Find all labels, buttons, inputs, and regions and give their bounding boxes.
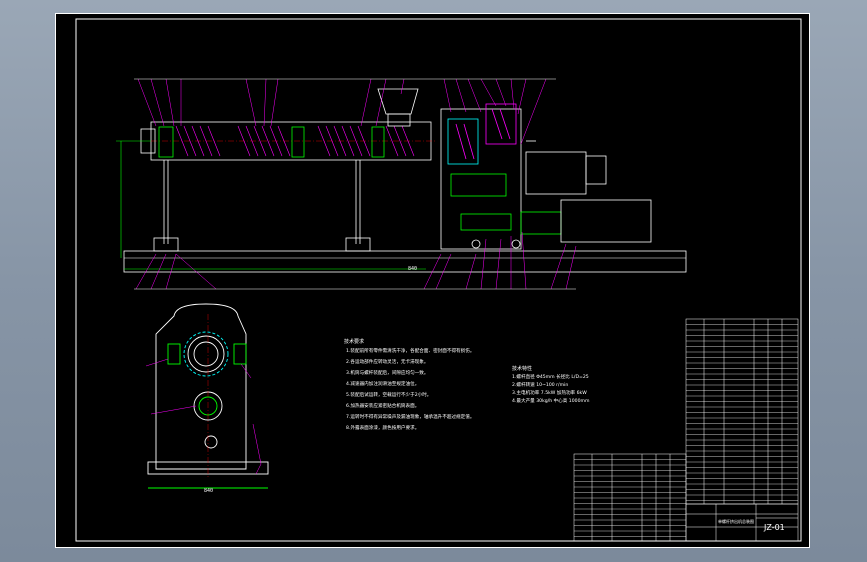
notes-right-line: 3.主电机功率 7.5kW 加热功率 6kW (512, 389, 587, 396)
drawing-number: JZ-01 (763, 523, 785, 532)
notes-left-line: 4.减速器内加注润滑油至规定油位。 (346, 380, 419, 387)
gearbox (440, 103, 522, 250)
drawing-sheet: 840 840 技术要求 1.装配前所有零件需清洗干净，各配合面、密封面不得有损… (55, 13, 810, 548)
barrel-supports (153, 160, 371, 252)
notes-left-line: 7.运转时不得有异常噪声及漏油现象，轴承温升不超过规定值。 (346, 413, 474, 420)
parts-list-upper (685, 318, 799, 505)
title-block-name: 单螺杆挤出机总装图 (718, 518, 754, 524)
gearbox-end-view (145, 303, 269, 489)
parts-list-lower-rows (574, 459, 686, 537)
notes-left-line: 2.各运动部件应转动灵活，无卡滞现象。 (346, 358, 428, 365)
notes-right-line: 4.最大产量 30kg/h 中心高 1000mm (512, 397, 590, 404)
notes-right-line: 1.螺杆直径 Φ45mm 长径比 L/D=25 (512, 373, 589, 380)
motor-assembly (520, 140, 652, 243)
notes-left-line: 8.外露表面涂漆，颜色按用户要求。 (346, 424, 419, 431)
assembly-drawing: 840 840 技术要求 1.装配前所有零件需清洗干净，各配合面、密封面不得有损… (75, 18, 802, 542)
base-dimension: 840 (408, 266, 417, 272)
notes-right-title: 技术特性 (512, 365, 532, 372)
notes-left-title: 技术要求 (344, 338, 364, 345)
parts-list-lower (573, 453, 687, 542)
notes-left-line: 5.装配后试运转，空载运行不少于2小时。 (346, 391, 431, 398)
technical-notes-left: 技术要求 1.装配前所有零件需清洗干净，各配合面、密封面不得有损伤。 2.各运动… (344, 338, 474, 431)
notes-left-line: 1.装配前所有零件需清洗干净，各配合面、密封面不得有损伤。 (346, 347, 474, 354)
notes-right-line: 2.螺杆转速 10~100 r/min (512, 381, 568, 388)
heater-bands (158, 126, 385, 158)
hopper (377, 88, 419, 115)
inner-frame (75, 18, 802, 542)
extruder-side-view: 840 (116, 78, 687, 290)
end-view-dimension: 840 (204, 488, 213, 494)
parts-list-upper-rows (686, 324, 798, 501)
notes-left-line: 3.机筒与螺杆装配后，间隙应均匀一致。 (346, 369, 428, 376)
notes-left-line: 6.加热器安装应紧密贴合机筒表面。 (346, 402, 419, 409)
technical-notes-right: 技术特性 1.螺杆直径 Φ45mm 长径比 L/D=25 2.螺杆转速 10~1… (512, 365, 590, 404)
part-leaders-top (137, 78, 547, 145)
